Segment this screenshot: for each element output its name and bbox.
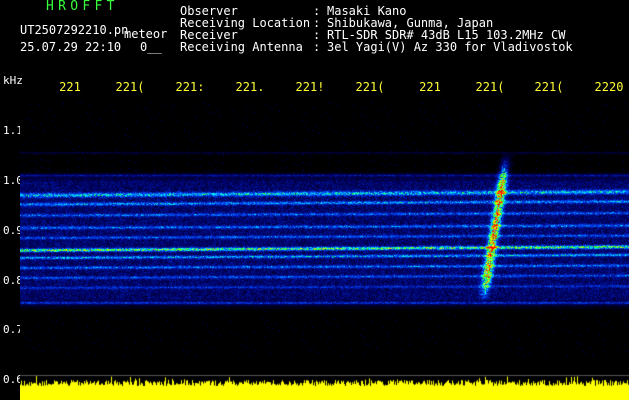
x-tick-label: 221( [355, 81, 385, 93]
file-name: UT2507292210.pn [20, 23, 129, 37]
spectrogram-plot [20, 102, 629, 400]
antenna-key: Receiving Antenna [180, 40, 303, 54]
meteor-label: meteor [124, 27, 168, 41]
x-tick-label: 221! [295, 81, 325, 93]
meteor-counter: 0__ [140, 40, 162, 54]
x-tick-label: 221( [115, 81, 145, 93]
x-tick-label: 221 [419, 81, 441, 93]
antenna-value: 3el Yagi(V) Az 330 for Vladivostok [327, 40, 573, 54]
x-tick-label: 221. [235, 81, 265, 93]
antenna-sep: : [313, 40, 321, 54]
x-tick-label: 2220 [594, 81, 624, 93]
x-tick-label: 221: [175, 81, 205, 93]
y-unit-label: kHz [3, 74, 23, 87]
hrofft-window: HROFFT UT2507292210.pn meteor 25.07.29 2… [0, 0, 629, 400]
x-tick-label: 221 [59, 81, 81, 93]
app-title: HROFFT [46, 0, 119, 14]
datetime: 25.07.29 22:10 [20, 40, 122, 54]
x-tick-label: 221( [534, 81, 564, 93]
x-tick-label: 221( [475, 81, 505, 93]
